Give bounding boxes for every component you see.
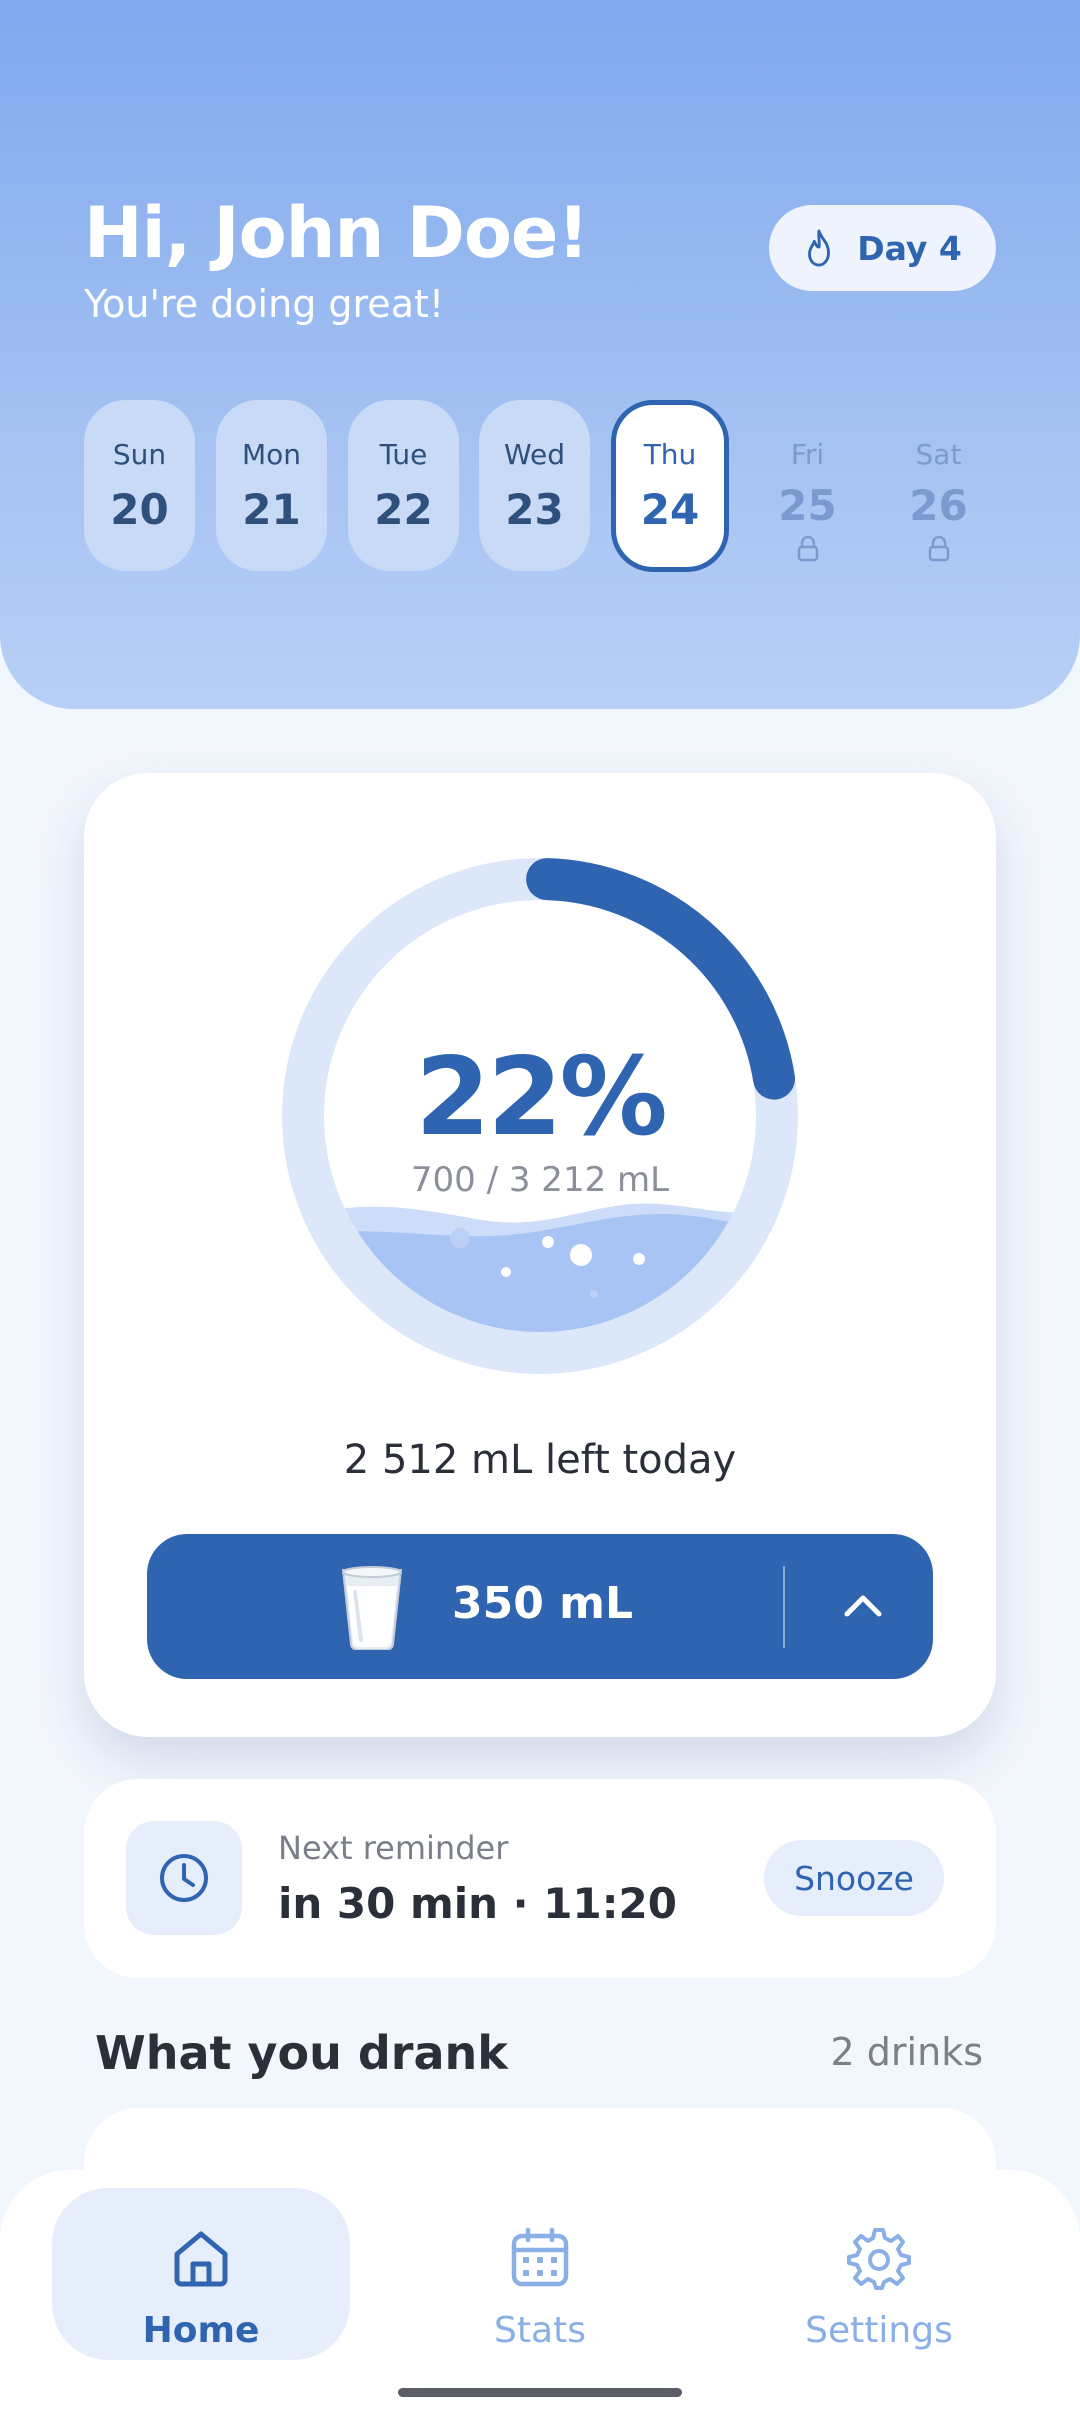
calendar-icon — [511, 2227, 569, 2287]
nav-label: Settings — [805, 2310, 953, 2351]
drinks-title: What you drank — [95, 2026, 508, 2080]
nav-label: Stats — [494, 2310, 586, 2351]
snooze-button[interactable]: Snooze — [764, 1840, 944, 1916]
day-date: 22 — [374, 485, 433, 534]
nav-home[interactable]: Home — [52, 2188, 350, 2360]
lock-icon — [928, 536, 949, 562]
drinks-count: 2 drinks — [830, 2030, 983, 2074]
add-drink-button[interactable]: 350 mL — [147, 1534, 933, 1679]
flame-icon — [808, 229, 831, 267]
nav-label: Home — [142, 2310, 260, 2351]
nav-settings[interactable]: Settings — [730, 2188, 1028, 2360]
drink-amount: 350 mL — [452, 1578, 634, 1629]
day-name: Wed — [503, 438, 566, 471]
home-icon — [174, 2231, 228, 2287]
day-date: 24 — [640, 485, 700, 534]
day-fri: Fri 25 — [752, 400, 863, 571]
subtitle: You're doing great! — [84, 282, 445, 326]
day-name: Mon — [241, 438, 302, 471]
chevron-up-icon[interactable] — [837, 1580, 889, 1632]
gear-icon — [847, 2228, 911, 2290]
day-date: 20 — [110, 485, 169, 534]
day-name: Sat — [915, 438, 962, 471]
nav-stats[interactable]: Stats — [391, 2188, 689, 2360]
day-tue[interactable]: Tue 22 — [348, 400, 459, 571]
clock-icon-box — [126, 1821, 242, 1935]
day-wed[interactable]: Wed 23 — [479, 400, 590, 571]
header: Hi, John Doe! You're doing great! Day 4 … — [0, 0, 1080, 709]
progress-percent: 22% — [415, 1035, 668, 1160]
greeting: Hi, John Doe! — [84, 192, 589, 274]
day-date: 23 — [505, 485, 564, 534]
day-sat: Sat 26 — [883, 400, 994, 571]
bottom-nav: Home Stats Settings — [0, 2170, 1080, 2424]
day-name: Tue — [379, 438, 428, 471]
remaining-label: 2 512 mL left today — [343, 1437, 737, 1483]
reminder-label: Next reminder — [278, 1829, 509, 1867]
home-indicator[interactable] — [398, 2388, 682, 2397]
day-date: 26 — [909, 481, 968, 530]
day-date: 21 — [242, 485, 301, 534]
day-date: 25 — [778, 481, 837, 530]
reminder-card: Next reminder in 30 min · 11:20 Snooze — [84, 1779, 996, 1978]
reminder-time: in 30 min · 11:20 — [278, 1879, 677, 1928]
day-name: Thu — [643, 438, 697, 471]
streak-label: Day 4 — [857, 228, 962, 268]
button-divider — [783, 1566, 785, 1648]
day-sun[interactable]: Sun 20 — [84, 400, 195, 571]
progress-volume: 700 / 3 212 mL — [410, 1160, 670, 1200]
day-name: Fri — [790, 438, 825, 471]
day-thu[interactable]: Thu 24 — [611, 400, 729, 572]
lock-icon — [797, 536, 818, 562]
clock-icon — [160, 1854, 208, 1902]
glass-icon — [341, 1566, 403, 1650]
streak-badge[interactable]: Day 4 — [769, 205, 996, 291]
day-mon[interactable]: Mon 21 — [216, 400, 327, 571]
day-name: Sun — [112, 438, 167, 471]
